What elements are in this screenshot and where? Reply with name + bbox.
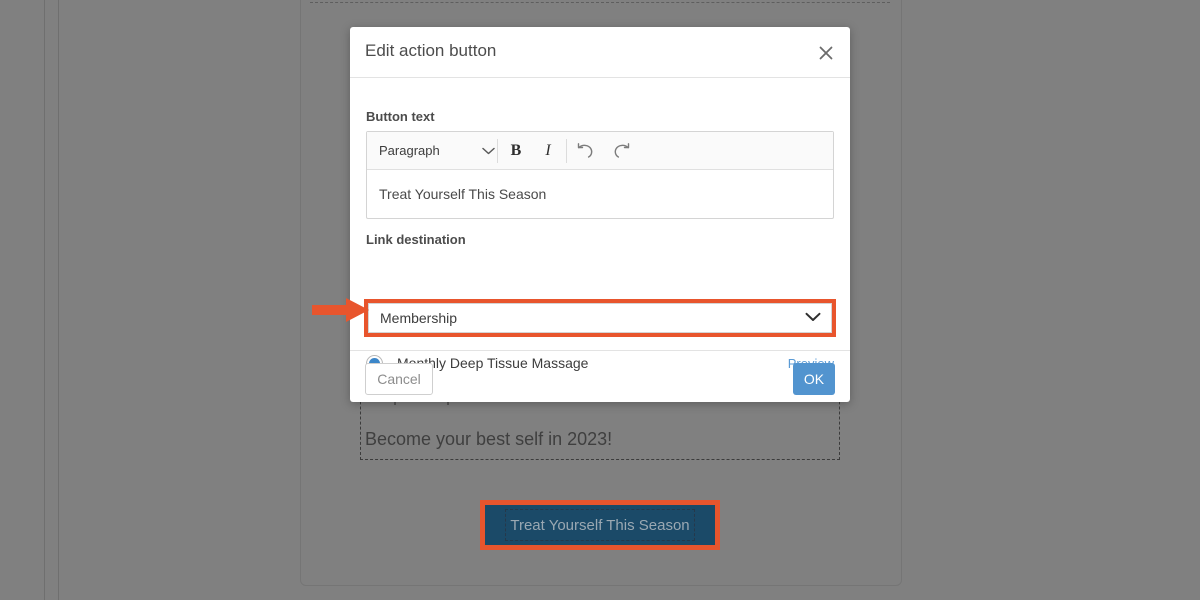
editor-text-line-2: Become your best self in 2023! xyxy=(365,429,613,449)
edit-action-button-modal: Edit action button Button text Paragraph xyxy=(350,27,850,402)
undo-icon[interactable] xyxy=(569,132,603,170)
close-icon[interactable] xyxy=(812,39,840,67)
left-rail-divider-outer xyxy=(44,0,45,600)
modal-body: Button text Paragraph B I Treat Yourself… xyxy=(350,78,850,372)
link-destination-label: Link destination xyxy=(366,232,466,247)
toolbar-divider-1 xyxy=(497,138,498,163)
modal-title: Edit action button xyxy=(365,41,497,60)
link-destination-value: Membership xyxy=(380,310,458,326)
chevron-down-icon xyxy=(482,142,495,160)
modal-header: Edit action button xyxy=(350,27,850,78)
arrow-right-icon xyxy=(312,296,370,324)
rich-text-toolbar: Paragraph B I xyxy=(367,132,833,170)
chevron-down-icon xyxy=(805,309,821,327)
annotation-highlight-cta xyxy=(480,500,720,550)
toolbar-divider-2 xyxy=(566,138,567,163)
modal-footer: Cancel OK xyxy=(350,350,850,402)
rich-text-editor: Paragraph B I Treat Yourself This Season xyxy=(366,131,834,219)
button-text-input[interactable]: Treat Yourself This Season xyxy=(367,170,833,218)
left-rail-divider-inner xyxy=(58,0,59,600)
page-root: simple steps. Become your best self in 2… xyxy=(0,0,1200,600)
bold-button[interactable]: B xyxy=(500,132,532,170)
button-text-label: Button text xyxy=(366,109,435,124)
redo-icon[interactable] xyxy=(603,132,637,170)
editor-block-outline-top xyxy=(310,2,890,3)
ok-button[interactable]: OK xyxy=(793,363,835,395)
format-select-value: Paragraph xyxy=(379,143,440,158)
italic-button[interactable]: I xyxy=(532,132,564,170)
link-destination-select[interactable]: Membership xyxy=(368,303,832,333)
cancel-button[interactable]: Cancel xyxy=(365,363,433,395)
format-select[interactable]: Paragraph xyxy=(367,132,495,170)
button-text-value: Treat Yourself This Season xyxy=(379,186,547,202)
annotation-highlight-link-select: Membership xyxy=(364,299,836,337)
